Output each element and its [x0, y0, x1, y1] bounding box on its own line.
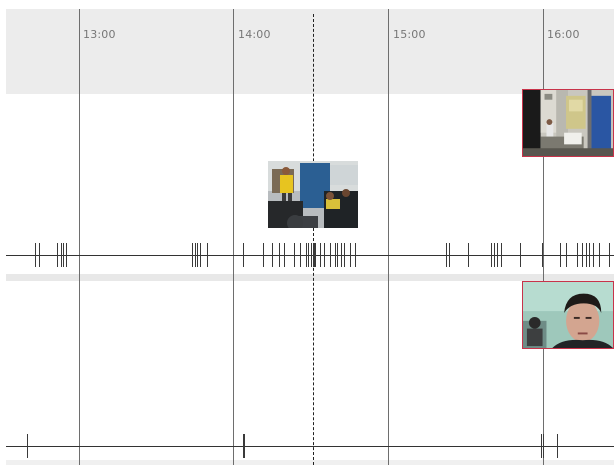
hour-gridline-1600: [543, 9, 544, 465]
thumbnail-webcam-face[interactable]: [522, 281, 614, 349]
event-tick: [263, 243, 264, 267]
time-label-1300: 13:00: [83, 28, 116, 41]
event-tick: [350, 243, 351, 267]
event-tick: [39, 243, 40, 267]
event-tick: [609, 243, 610, 267]
event-tick: [311, 243, 312, 267]
event-tick: [207, 243, 208, 267]
event-tick: [586, 243, 587, 267]
event-tick: [57, 243, 58, 267]
event-tick: [446, 243, 447, 267]
event-tick: [320, 243, 321, 267]
track-separator: [6, 274, 614, 281]
track-2-axis: [6, 446, 614, 447]
event-tick: [542, 243, 543, 267]
event-tick: [27, 434, 28, 458]
office-photo: [523, 90, 613, 156]
time-label-1500: 15:00: [393, 28, 426, 41]
event-tick: [192, 243, 193, 267]
event-tick: [279, 243, 280, 267]
time-label-1600: 16:00: [547, 28, 580, 41]
event-tick: [300, 243, 301, 267]
time-label-1400: 14:00: [238, 28, 271, 41]
event-tick: [577, 243, 578, 267]
event-tick: [341, 243, 342, 267]
event-tick: [63, 243, 64, 267]
event-tick: [491, 243, 492, 267]
event-tick: [243, 243, 244, 267]
event-tick: [197, 243, 198, 267]
event-tick: [272, 243, 273, 267]
thumbnail-classroom-presentation[interactable]: [268, 161, 358, 228]
track-1-axis: [6, 255, 614, 256]
event-tick: [560, 243, 561, 267]
event-tick: [335, 243, 336, 267]
event-tick: [599, 243, 600, 267]
classroom-photo: [268, 161, 358, 228]
thumbnail-office-room[interactable]: [522, 89, 614, 157]
event-tick: [355, 243, 356, 267]
event-tick: [494, 243, 495, 267]
event-tick: [66, 243, 67, 267]
event-tick: [195, 243, 196, 267]
webcam-photo: [523, 282, 613, 348]
event-tick: [566, 243, 567, 267]
event-tick: [501, 243, 502, 267]
event-tick: [294, 243, 295, 267]
event-tick: [306, 243, 307, 267]
event-tick: [61, 243, 62, 267]
event-tick: [468, 243, 469, 267]
event-tick: [337, 243, 338, 267]
event-tick: [315, 243, 316, 267]
event-tick: [243, 434, 245, 458]
event-tick: [582, 243, 583, 267]
bottom-strip: [6, 460, 614, 465]
event-tick: [324, 243, 325, 267]
event-tick: [520, 243, 521, 267]
event-tick: [557, 434, 558, 458]
current-time-cursor[interactable]: [313, 14, 314, 465]
event-tick: [589, 243, 590, 267]
event-tick: [593, 243, 594, 267]
event-tick: [497, 243, 498, 267]
hour-gridline-1400: [233, 9, 234, 465]
event-tick: [200, 243, 201, 267]
hour-gridline-1500: [388, 9, 389, 465]
event-tick: [541, 434, 542, 458]
timeline-header: [6, 9, 614, 94]
event-tick: [284, 243, 285, 267]
hour-gridline-1300: [79, 9, 80, 465]
event-tick: [449, 243, 450, 267]
event-tick: [308, 243, 309, 267]
event-tick: [35, 243, 36, 267]
event-tick: [313, 243, 315, 267]
event-tick: [330, 243, 331, 267]
event-tick: [543, 434, 544, 458]
event-tick: [344, 243, 345, 267]
